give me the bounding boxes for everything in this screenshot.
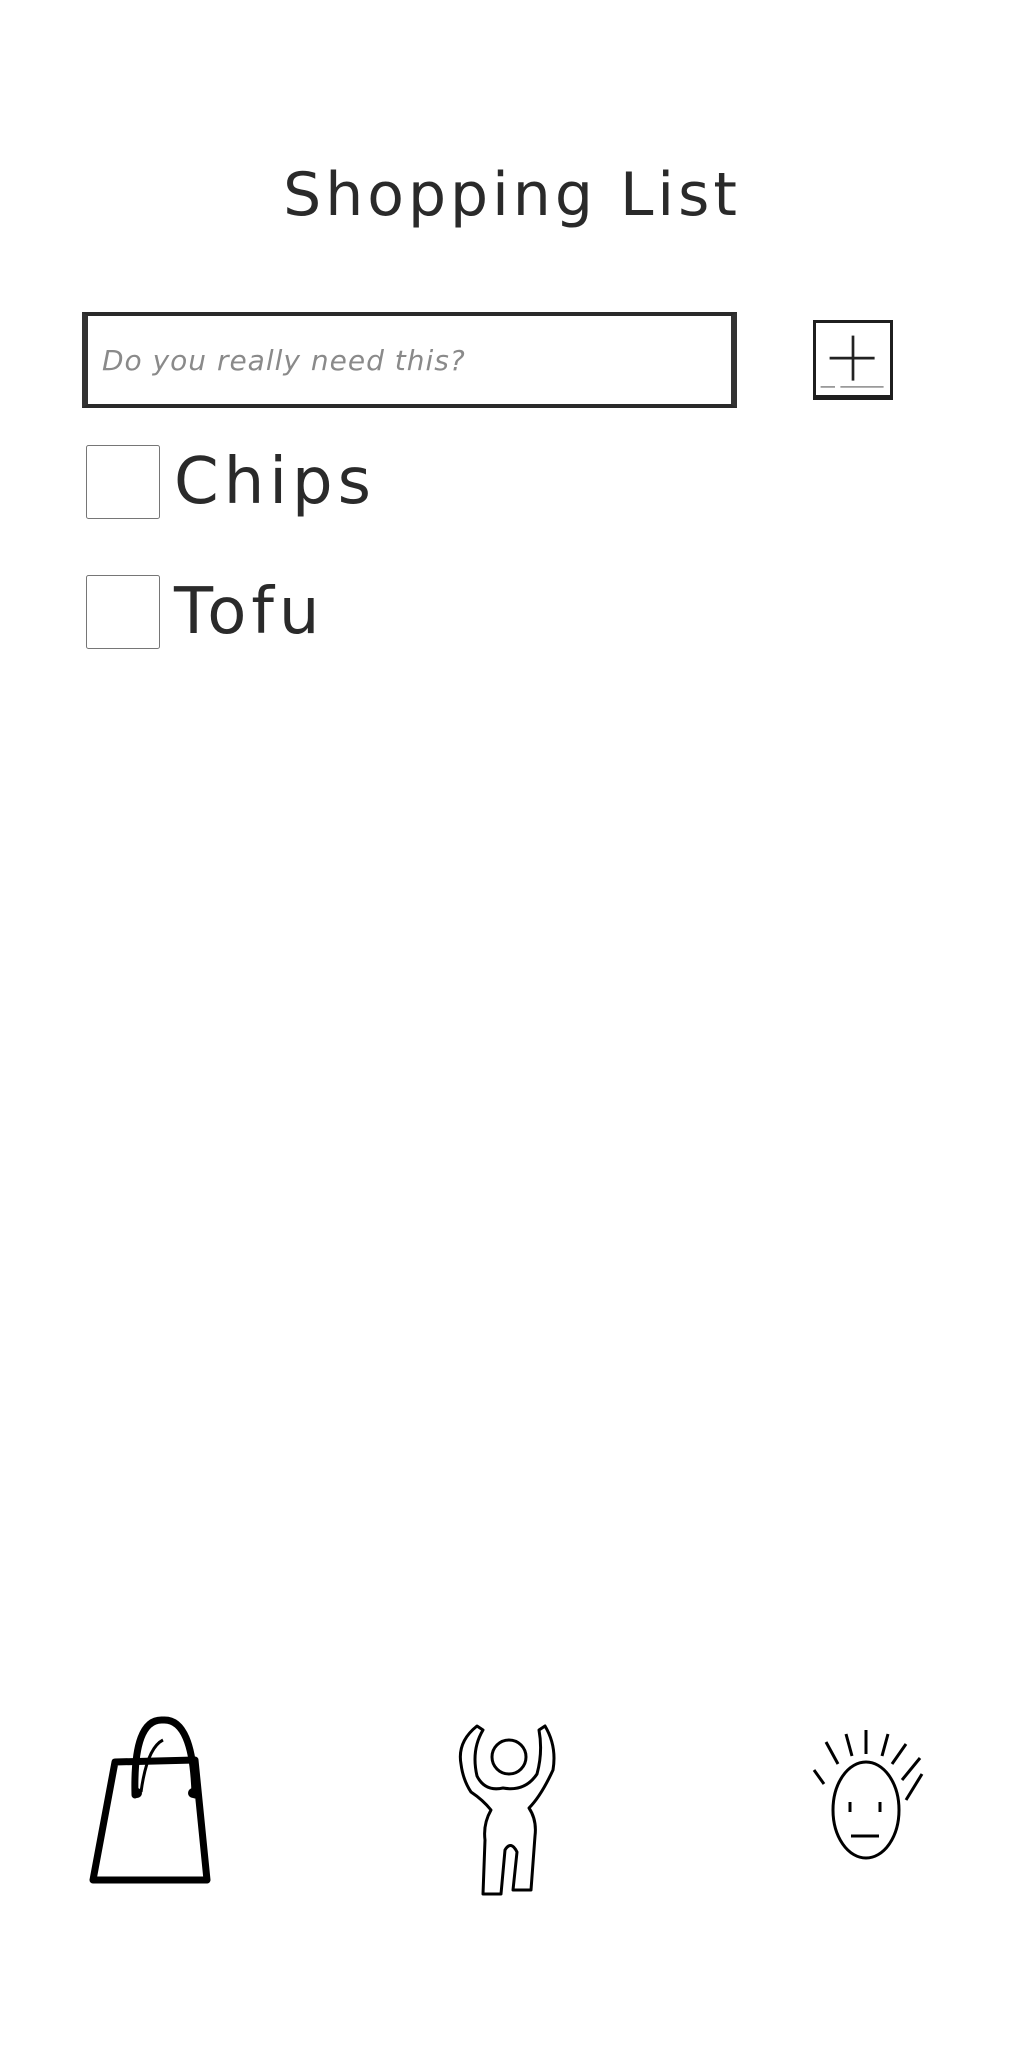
item-checkbox[interactable]: [86, 445, 160, 519]
shopping-bag-icon: [89, 1716, 211, 1884]
plus-icon: [820, 335, 884, 388]
new-item-input[interactable]: [82, 312, 737, 408]
item-label: Tofu: [174, 575, 325, 649]
nav-profile-button[interactable]: [780, 1700, 950, 1900]
item-label: Chips: [174, 445, 376, 519]
surprised-face-icon: [812, 1730, 924, 1860]
dancing-person-icon: [458, 1724, 556, 1896]
page-title: Shopping List: [283, 160, 741, 230]
item-checkbox[interactable]: [86, 575, 160, 649]
add-item-button[interactable]: [813, 320, 893, 400]
nav-shopping-button[interactable]: [75, 1700, 245, 1900]
bottom-navigation: [0, 1700, 1024, 1920]
list-item: Tofu: [86, 575, 886, 705]
list-item: Chips: [86, 445, 886, 575]
shopping-list: Chips Tofu: [86, 445, 886, 705]
nav-activity-button[interactable]: [425, 1700, 595, 1900]
